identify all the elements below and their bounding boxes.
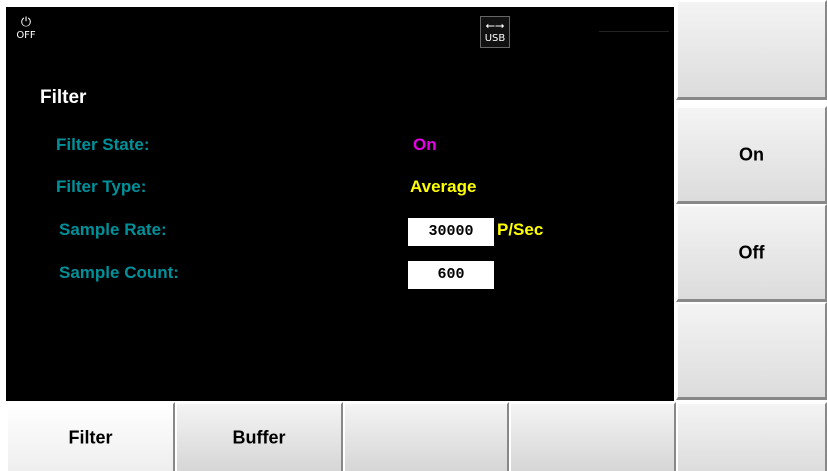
usb-label: USB	[484, 33, 506, 44]
status-indicator	[599, 31, 669, 41]
filter-state-value[interactable]: On	[413, 135, 437, 155]
filter-type-value[interactable]: Average	[410, 177, 476, 197]
bottom-softkey-3[interactable]	[343, 402, 509, 471]
usb-symbol-icon: ⭠⭢	[485, 18, 505, 32]
sample-count-label: Sample Count:	[59, 263, 179, 282]
sample-rate-input[interactable]: 30000	[408, 218, 494, 246]
bottom-softkey-buffer[interactable]: Buffer	[175, 402, 343, 471]
power-symbol-icon: ⏻	[20, 15, 32, 30]
side-softkey-on-label: On	[739, 144, 764, 164]
usb-icon: ⭠⭢ USB	[480, 16, 510, 48]
instrument-screen: ⏻ OFF ⭠⭢ USB Filter Filter State: On Fil…	[0, 0, 827, 471]
side-softkey-off-label: Off	[738, 242, 765, 262]
bottom-softkey-buffer-label: Buffer	[232, 427, 286, 447]
bottom-softkey-4[interactable]	[509, 402, 676, 471]
side-softkey-1[interactable]	[676, 0, 827, 100]
side-softkey-4[interactable]	[676, 302, 827, 400]
bottom-softkey-filter[interactable]: Filter	[6, 402, 175, 471]
sample-count-input[interactable]: 600	[408, 261, 494, 289]
sample-rate-label: Sample Rate:	[59, 220, 167, 239]
power-icon: ⏻ OFF	[13, 16, 39, 46]
status-bar: ⏻ OFF ⭠⭢ USB	[6, 7, 674, 53]
power-label: OFF	[16, 30, 36, 41]
bottom-softkey-filter-label: Filter	[68, 427, 113, 447]
filter-state-label: Filter State:	[56, 135, 150, 154]
filter-type-label: Filter Type:	[56, 177, 147, 196]
sample-rate-unit: P/Sec	[497, 220, 544, 239]
display-area: ⏻ OFF ⭠⭢ USB Filter Filter State: On Fil…	[6, 7, 674, 401]
page-title: Filter	[40, 87, 87, 108]
side-softkey-on[interactable]: On	[676, 106, 827, 204]
side-softkey-off[interactable]: Off	[676, 204, 827, 302]
side-softkey-5[interactable]	[676, 402, 827, 471]
